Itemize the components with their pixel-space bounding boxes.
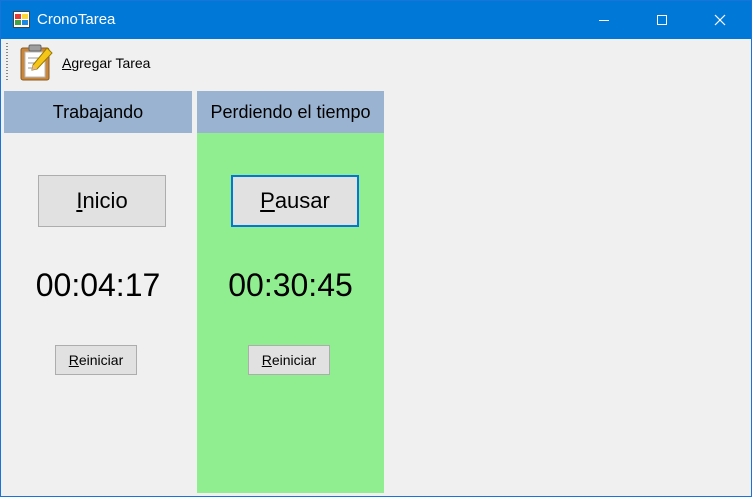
window-title: CronoTarea — [37, 11, 116, 28]
pause-mnemonic: P — [260, 188, 275, 213]
minimize-button[interactable] — [575, 1, 633, 39]
working-reset-mnemonic: R — [68, 352, 79, 368]
start-label: nicio — [82, 188, 128, 213]
working-reset-label: einiciar — [78, 352, 124, 368]
wasting-reset-button[interactable]: Reiniciar — [248, 345, 330, 375]
close-button[interactable] — [691, 1, 749, 39]
pause-label: ausar — [274, 188, 330, 213]
add-task-button[interactable]: Agregar Tarea — [62, 55, 150, 71]
app-icon — [13, 11, 30, 28]
working-reset-button[interactable]: Reiniciar — [55, 345, 137, 375]
wasting-panel: Perdiendo el tiempo Pausar 00:30:45 Rein… — [197, 91, 384, 493]
wasting-header: Perdiendo el tiempo — [197, 91, 384, 133]
title-bar[interactable]: CronoTarea — [1, 1, 751, 39]
minimize-icon — [599, 20, 609, 21]
wasting-time: 00:30:45 — [228, 267, 353, 303]
working-header: Trabajando — [4, 91, 192, 133]
close-icon — [714, 14, 726, 26]
working-panel: Trabajando Inicio 00:04:17 Reiniciar — [4, 91, 192, 493]
start-button[interactable]: Inicio — [38, 175, 166, 227]
working-time: 00:04:17 — [35, 267, 161, 303]
pause-button[interactable]: Pausar — [231, 175, 359, 227]
maximize-button[interactable] — [633, 1, 691, 39]
add-task-label: gregar Tarea — [71, 55, 151, 71]
clipboard-pencil-icon[interactable] — [17, 42, 55, 82]
app-window: CronoTarea Agregar Tarea Trabajando Inic… — [0, 0, 752, 497]
maximize-icon — [657, 15, 667, 25]
wasting-reset-label: einiciar — [271, 352, 317, 368]
add-task-mnemonic: A — [62, 55, 72, 71]
toolbar: Agregar Tarea — [1, 39, 751, 87]
wasting-reset-mnemonic: R — [261, 352, 272, 368]
toolbar-grip[interactable] — [6, 43, 8, 81]
